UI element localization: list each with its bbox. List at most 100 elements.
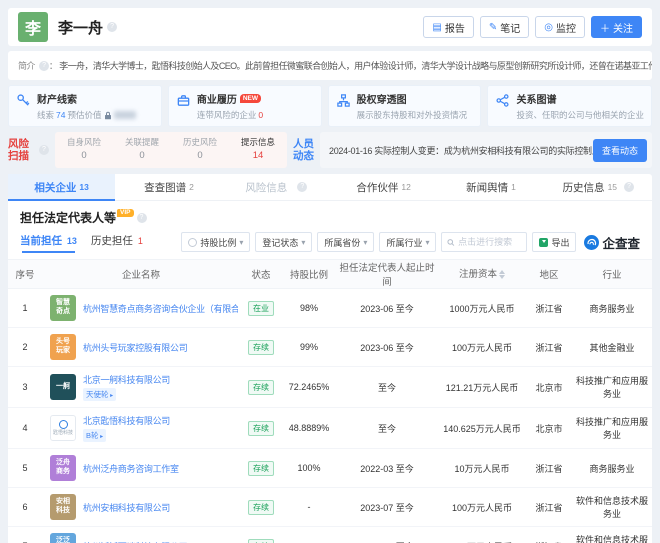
row-no: 3 bbox=[8, 367, 42, 408]
company-name-link[interactable]: 北京一舸科技有限公司 bbox=[83, 373, 170, 386]
capital-cell: 100万元人民币 bbox=[438, 488, 526, 527]
search-input[interactable] bbox=[458, 237, 521, 247]
company-name-link[interactable]: 杭州泛泛而谈科技有限公司 bbox=[83, 540, 187, 543]
equity-chart-card[interactable]: 股权穿透图 展示股东持股和对外投资情况 bbox=[328, 85, 482, 127]
monitor-button[interactable]: ◎ 监控 bbox=[535, 16, 585, 38]
value-label: 预估价值 bbox=[67, 109, 101, 121]
ratio-cell: 48.8889% bbox=[282, 408, 336, 449]
export-label: 导出 bbox=[551, 236, 569, 249]
sort-icon[interactable] bbox=[499, 267, 505, 282]
tab-label: 查查图谱 bbox=[144, 180, 186, 195]
export-icon bbox=[539, 238, 548, 247]
tab[interactable]: 查查图谱 2 bbox=[115, 174, 222, 200]
chevron-down-icon bbox=[363, 237, 367, 247]
property-clues-card[interactable]: 财产线索 线索 74 预估价值 bbox=[8, 85, 162, 127]
capital-cell: 121.21万元人民币 bbox=[438, 367, 526, 408]
table-row: 6 安相 科技 杭州安相科技有限公司 bbox=[8, 488, 652, 527]
follow-button[interactable]: ＋ 关注 bbox=[591, 16, 642, 38]
col-industry: 行业 bbox=[572, 260, 652, 289]
org-chart-icon bbox=[336, 93, 351, 108]
resume-count: 0 bbox=[258, 110, 263, 120]
brand: 企查查 bbox=[584, 233, 640, 252]
tab-count: 15 bbox=[608, 182, 617, 192]
view-dynamics-button[interactable]: 查看动态 bbox=[593, 139, 647, 162]
profile-header: 李 李一舟 ? ▤ 报告 ✎ 笔记 ◎ 监控 ＋ 关注 bbox=[8, 8, 652, 46]
company-logo: 智慧 奇点 bbox=[50, 295, 76, 321]
company-name-link[interactable]: 杭州头号玩家控股有限公司 bbox=[83, 341, 187, 354]
follow-label: 关注 bbox=[613, 20, 633, 35]
brand-name: 企查查 bbox=[602, 233, 640, 252]
risk-stat-item[interactable]: 自身风险 0 bbox=[55, 136, 113, 164]
risk-stat-item[interactable]: 历史风险 0 bbox=[171, 136, 229, 164]
risk-stat-item[interactable]: 关联提醒 0 bbox=[113, 136, 171, 164]
tab[interactable]: 合作伙伴 12 bbox=[330, 174, 437, 200]
tab[interactable]: 相关企业 13 bbox=[8, 174, 115, 200]
table-header-row: 序号 企业名称 状态 持股比例 担任法定代表人起止时间 注册资本 地区 行业 bbox=[8, 260, 652, 289]
capital-cell: 140.625万元人民币 bbox=[438, 408, 526, 449]
risk-stat-value: 0 bbox=[55, 150, 113, 161]
col-period: 担任法定代表人起止时间 bbox=[336, 260, 438, 289]
plus-icon: ＋ bbox=[600, 20, 610, 35]
tab[interactable]: 历史信息 15 ? bbox=[545, 174, 652, 200]
personnel-title: 人员动态 bbox=[293, 132, 314, 168]
company-name-link[interactable]: 杭州智慧奇点商务咨询合伙企业（有限合伙） bbox=[83, 302, 238, 315]
chevron-down-icon bbox=[425, 237, 429, 247]
tab-label: 相关企业 bbox=[34, 180, 76, 195]
company-name-link[interactable]: 北京匙悟科技有限公司 bbox=[83, 414, 170, 427]
risk-stat-value: 14 bbox=[229, 150, 287, 161]
company-logo: 泛舟 商务 bbox=[50, 455, 76, 481]
relation-graph-card[interactable]: 关系图谱 投资、任职的公司与他相关的企业 bbox=[487, 85, 652, 127]
funding-round-tag[interactable]: 天使轮 bbox=[83, 388, 116, 401]
company-logo: 泛泛 而谈 bbox=[50, 533, 76, 543]
filter-dropdown[interactable]: 登记状态 bbox=[255, 232, 312, 252]
blurred-value bbox=[114, 111, 136, 119]
risk-stat-item[interactable]: 提示信息 14 bbox=[229, 136, 287, 164]
business-resume-card[interactable]: 商业履历 NEW 连带风险的企业 0 bbox=[168, 85, 322, 127]
tab-label: 合作伙伴 bbox=[356, 180, 398, 195]
info-icon[interactable]: ? bbox=[137, 213, 147, 223]
tab[interactable]: 新闻舆情 1 bbox=[437, 174, 544, 200]
company-name-link[interactable]: 杭州安相科技有限公司 bbox=[83, 501, 170, 514]
search-icon bbox=[447, 238, 455, 247]
period-cell: 2023-06 至今 bbox=[336, 328, 438, 367]
period-cell: 2022-03 至今 bbox=[336, 449, 438, 488]
info-icon[interactable]: ? bbox=[107, 22, 117, 32]
info-icon[interactable]: ? bbox=[39, 145, 49, 155]
note-label: 笔记 bbox=[500, 20, 520, 35]
tab-label: 新闻舆情 bbox=[466, 180, 508, 195]
tab-bar: 相关企业 13 查查图谱 2 风险信息 ? 合作伙伴 bbox=[8, 174, 652, 201]
intro-label: 简介 bbox=[18, 59, 35, 72]
filter-dropdown[interactable]: 持股比例 bbox=[181, 232, 250, 252]
report-button[interactable]: ▤ 报告 bbox=[423, 16, 473, 38]
subtab[interactable]: 历史担任 1 bbox=[91, 233, 143, 251]
region-cell: 浙江省 bbox=[526, 289, 572, 328]
lock-icon bbox=[104, 111, 112, 120]
filter-label: 所属行业 bbox=[386, 236, 422, 249]
row-no: 2 bbox=[8, 328, 42, 367]
funding-round-tag[interactable]: B轮 bbox=[83, 429, 106, 442]
row-no: 7 bbox=[8, 527, 42, 543]
tab[interactable]: 风险信息 ? bbox=[223, 174, 330, 200]
chevron-down-icon bbox=[301, 237, 305, 247]
col-status: 状态 bbox=[240, 260, 282, 289]
card-title: 财产线索 bbox=[37, 91, 136, 106]
feature-cards: 财产线索 线索 74 预估价值 商业履历 NEW 连带风险的企业 bbox=[8, 85, 652, 127]
table-row: 1 智慧 奇点 杭州智慧奇点商务咨询合伙企业（有限合伙） bbox=[8, 289, 652, 328]
filter-dropdown[interactable]: 所属行业 bbox=[379, 232, 436, 252]
export-button[interactable]: 导出 bbox=[532, 232, 576, 252]
ratio-cell: - bbox=[282, 488, 336, 527]
row-no: 4 bbox=[8, 408, 42, 449]
company-name-link[interactable]: 杭州泛舟商务咨询工作室 bbox=[83, 462, 179, 475]
tab-label: 历史信息 bbox=[563, 180, 605, 195]
logo-text: 匙悟科技 bbox=[53, 430, 73, 436]
filter-dropdown[interactable]: 所属省份 bbox=[317, 232, 374, 252]
logo-text: 泛泛 bbox=[56, 537, 70, 543]
industry-cell: 商务服务业 bbox=[572, 449, 652, 488]
industry-cell: 科技推广和应用服务业 bbox=[572, 408, 652, 449]
monitor-label: 监控 bbox=[556, 20, 576, 35]
company-logo: 匙悟科技 bbox=[50, 415, 76, 441]
note-button[interactable]: ✎ 笔记 bbox=[480, 16, 529, 38]
tab-count: 13 bbox=[79, 182, 88, 192]
subtab[interactable]: 当前担任 13 bbox=[20, 233, 77, 251]
info-icon[interactable]: ? bbox=[39, 61, 49, 71]
